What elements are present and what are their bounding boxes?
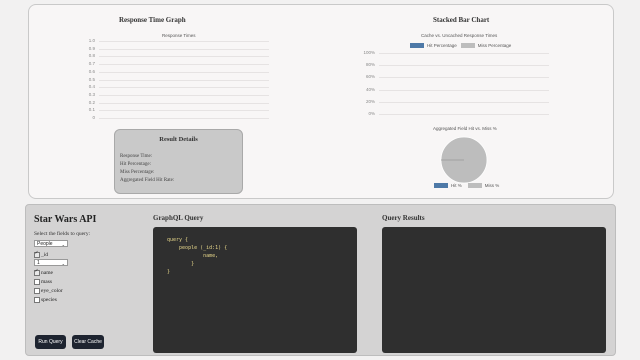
code-line: } — [167, 269, 171, 275]
id-select[interactable]: 1 ⌄ — [34, 259, 68, 266]
id-label: _id — [41, 252, 49, 258]
code-line: people (_id:1) { — [167, 245, 228, 251]
response-gridline — [99, 64, 269, 66]
response-tick-label: 0.9 — [88, 45, 95, 51]
pie-legend-hit: Hit % — [451, 183, 462, 188]
checkbox-icon — [34, 250, 40, 258]
response-tick-label: 0.7 — [88, 61, 95, 67]
response-gridline — [99, 79, 269, 81]
query-results-heading: Query Results — [382, 214, 425, 222]
field-checkbox-name[interactable]: name — [34, 268, 53, 276]
code-line: name, — [167, 253, 219, 259]
response-gridline — [99, 118, 269, 119]
pie-chart — [440, 136, 488, 184]
response-tick-label: 0.1 — [88, 107, 95, 113]
code-line: } — [167, 261, 195, 267]
pie-title: Aggregated Field Hit vs. Miss % — [433, 126, 497, 131]
response-tick-label: 0.6 — [88, 68, 95, 74]
response-tick-label: 1.0 — [88, 38, 95, 43]
checkbox-icon — [34, 288, 40, 294]
clear-cache-button[interactable]: Clear Cache — [72, 335, 104, 349]
checkbox-icon — [34, 268, 40, 276]
response-tick-label: 0.2 — [88, 99, 95, 105]
stacked-legend: Hit Percentage Miss Percentage — [410, 43, 511, 48]
pie-legend-miss: Miss % — [484, 183, 500, 188]
result-aggregated-field: Aggregated Field Hit Rate: — [120, 178, 175, 183]
id-select-value: 1 — [37, 260, 40, 266]
response-tick-label: 0 — [92, 115, 95, 120]
graphql-query-heading: GraphQL Query — [153, 214, 204, 222]
metrics-panel: Response Time Graph Response Times 1.0 0.… — [28, 4, 614, 199]
response-tick-label: 0.5 — [88, 76, 95, 82]
checkbox-icon — [34, 279, 40, 285]
graphql-editor[interactable]: query { people (_id:1) { name, } } — [153, 227, 357, 353]
field-label: eye_color — [41, 288, 63, 294]
result-hit-percentage: Hit Percentage: — [120, 162, 151, 167]
response-gridline — [99, 87, 269, 89]
response-gridline — [99, 110, 269, 112]
response-tick-label: 0.4 — [88, 84, 95, 90]
legend-hit: Hit Percentage — [427, 43, 457, 48]
type-select[interactable]: People ⌄ — [34, 240, 68, 247]
type-select-value: People — [37, 241, 53, 247]
code-line: query { — [167, 237, 189, 243]
stacked-tick-label: 60% — [365, 74, 375, 80]
stacked-tick-label: 0% — [368, 111, 375, 116]
field-checkbox-mass[interactable]: mass — [34, 279, 52, 285]
response-gridline — [99, 41, 269, 42]
pie-hit-swatch — [434, 183, 448, 188]
response-graph-title: Response Time Graph — [119, 16, 186, 24]
run-query-button[interactable]: Run Query — [35, 335, 66, 349]
stacked-tick-label: 100% — [363, 50, 375, 55]
stacked-chart-title: Cache vs. Uncached Response Times — [421, 33, 498, 38]
field-label: mass — [41, 279, 52, 285]
response-chart-title: Response Times — [162, 33, 196, 38]
pie-legend: Hit % Miss % — [434, 183, 499, 188]
result-details-title: Result Details — [159, 136, 198, 143]
stacked-gridline — [379, 65, 549, 67]
response-gridline — [99, 48, 269, 50]
response-tick-label: 0.3 — [88, 91, 95, 97]
select-fields-label: Select the fields to query: — [34, 231, 91, 237]
chevron-down-icon: ⌄ — [61, 242, 65, 247]
result-details-box: Result Details Response Time: Hit Percen… — [114, 129, 243, 194]
response-gridline — [99, 94, 269, 96]
stacked-gridline — [379, 77, 549, 79]
response-gridline — [99, 102, 269, 104]
query-results-panel — [382, 227, 606, 353]
stacked-gridline — [379, 101, 549, 103]
result-miss-percentage: Miss Percentage: — [120, 170, 155, 175]
chevron-down-icon: ⌄ — [61, 261, 65, 266]
field-label: species — [41, 297, 57, 303]
response-tick-label: 0.8 — [88, 53, 95, 59]
api-title: Star Wars API — [34, 214, 97, 225]
stacked-gridline — [379, 114, 549, 115]
pie-miss-swatch — [467, 183, 482, 188]
response-gridline — [99, 71, 269, 73]
star-wars-api-panel: Star Wars API Select the fields to query… — [25, 204, 616, 356]
response-gridline — [99, 56, 269, 58]
stacked-bar-title: Stacked Bar Chart — [433, 16, 490, 24]
result-response-time: Response Time: — [120, 154, 153, 159]
legend-miss: Miss Percentage — [477, 43, 512, 48]
id-checkbox[interactable]: _id — [34, 250, 49, 258]
field-checkbox-eye-color[interactable]: eye_color — [34, 288, 63, 294]
stacked-tick-label: 80% — [365, 62, 375, 68]
stacked-gridline — [379, 53, 549, 54]
hit-swatch — [410, 43, 424, 48]
checkbox-icon — [34, 297, 40, 303]
field-label: name — [41, 270, 53, 276]
stacked-tick-label: 20% — [365, 98, 375, 104]
miss-swatch — [460, 43, 475, 48]
field-checkbox-species[interactable]: species — [34, 297, 57, 303]
stacked-tick-label: 40% — [365, 86, 375, 92]
stacked-gridline — [379, 89, 549, 91]
